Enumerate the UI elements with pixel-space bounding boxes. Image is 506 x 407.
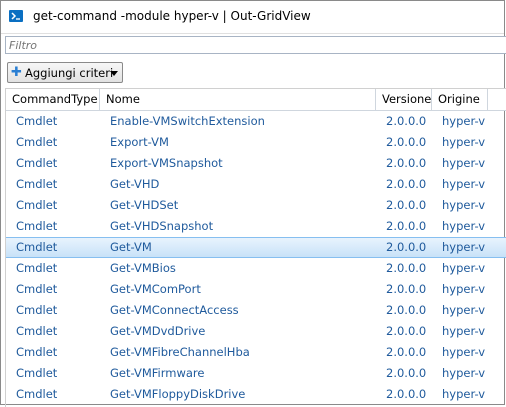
cell-origine: hyper-v: [442, 219, 486, 233]
cell-nome: Enable-VMSwitchExtension: [110, 114, 265, 128]
title-bar[interactable]: get-command -module hyper-v | Out-GridVi…: [1, 1, 504, 34]
cell-versione: 2.0.0.0: [386, 219, 427, 233]
cell-versione: 2.0.0.0: [386, 261, 427, 275]
powershell-icon: [9, 10, 23, 22]
cell-origine: hyper-v: [442, 177, 486, 191]
cell-commandtype: Cmdlet: [16, 345, 58, 359]
cell-versione: 2.0.0.0: [386, 282, 427, 296]
window-title: get-command -module hyper-v | Out-GridVi…: [33, 9, 311, 23]
cell-commandtype: Cmdlet: [16, 114, 58, 128]
results-grid[interactable]: CommandType Nome Versione Origine Cmdlet…: [5, 88, 506, 407]
filter-box[interactable]: [5, 36, 506, 54]
cell-versione: 2.0.0.0: [386, 114, 427, 128]
cell-commandtype: Cmdlet: [16, 198, 58, 212]
cell-nome: Get-VMFibreChannelHba: [110, 345, 250, 359]
cell-origine: hyper-v: [442, 261, 486, 275]
out-gridview-window: get-command -module hyper-v | Out-GridVi…: [0, 0, 506, 407]
column-header-versione[interactable]: Versione: [376, 89, 432, 110]
add-criteria-button[interactable]: ✚ Aggiungi criteri: [7, 62, 123, 83]
cell-origine: hyper-v: [442, 114, 486, 128]
table-row[interactable]: Cmdlet Get-VM 2.0.0.0 hyper-v: [6, 237, 506, 258]
cell-nome: Get-VMFirmware: [110, 366, 205, 380]
column-header-nome[interactable]: Nome: [100, 89, 376, 110]
cell-commandtype: Cmdlet: [16, 324, 58, 338]
cell-origine: hyper-v: [442, 240, 486, 254]
cell-commandtype: Cmdlet: [16, 387, 58, 401]
table-row[interactable]: Cmdlet Get-VMDvdDrive 2.0.0.0 hyper-v: [6, 321, 506, 342]
cell-commandtype: Cmdlet: [16, 219, 58, 233]
table-row[interactable]: Cmdlet Get-VHD 2.0.0.0 hyper-v: [6, 174, 506, 195]
table-row[interactable]: Cmdlet Get-VMFirmware 2.0.0.0 hyper-v: [6, 363, 506, 384]
cell-commandtype: Cmdlet: [16, 177, 58, 191]
table-row[interactable]: Cmdlet Enable-VMSwitchExtension 2.0.0.0 hyp…: [6, 111, 506, 132]
cell-nome: Export-VMSnapshot: [110, 156, 223, 170]
cell-commandtype: Cmdlet: [16, 282, 58, 296]
table-row[interactable]: Cmdlet Get-VMFloppyDiskDrive 2.0.0.0 hyper-…: [6, 384, 506, 405]
column-header-commandtype[interactable]: CommandType: [6, 89, 100, 110]
cell-nome: Get-VHD: [110, 177, 160, 191]
cell-origine: hyper-v: [442, 345, 486, 359]
cell-origine: hyper-v: [442, 324, 486, 338]
chevron-down-icon: [110, 71, 118, 76]
cell-nome: Export-VM: [110, 135, 169, 149]
cell-nome: Get-VHDSnapshot: [110, 219, 214, 233]
cell-versione: 2.0.0.0: [386, 177, 427, 191]
cell-nome: Get-VM: [110, 240, 152, 254]
table-row[interactable]: Cmdlet Get-VHDSnapshot 2.0.0.0 hyper-v: [6, 216, 506, 237]
cell-versione: 2.0.0.0: [386, 198, 427, 212]
cell-versione: 2.0.0.0: [386, 303, 427, 317]
cell-commandtype: Cmdlet: [16, 303, 58, 317]
cell-versione: 2.0.0.0: [386, 240, 427, 254]
cell-commandtype: Cmdlet: [16, 240, 58, 254]
cell-origine: hyper-v: [442, 156, 486, 170]
table-row[interactable]: Cmdlet Get-VMConnectAccess 2.0.0.0 hyper-v: [6, 300, 506, 321]
cell-origine: hyper-v: [442, 303, 486, 317]
add-criteria-label: Aggiungi criteri: [25, 66, 114, 80]
plus-icon: ✚: [11, 65, 22, 80]
cell-versione: 2.0.0.0: [386, 156, 427, 170]
cell-versione: 2.0.0.0: [386, 135, 427, 149]
cell-commandtype: Cmdlet: [16, 261, 58, 275]
cell-origine: hyper-v: [442, 198, 486, 212]
cell-nome: Get-VMComPort: [110, 282, 201, 296]
table-row[interactable]: Cmdlet Export-VMSnapshot 2.0.0.0 hyper-v: [6, 153, 506, 174]
cell-versione: 2.0.0.0: [386, 324, 427, 338]
table-row[interactable]: Cmdlet Get-VMFibreChannelHba 2.0.0.0 hyper-…: [6, 342, 506, 363]
grid-rows: Cmdlet Enable-VMSwitchExtension 2.0.0.0 hyp…: [6, 111, 506, 405]
cell-versione: 2.0.0.0: [386, 366, 427, 380]
cell-origine: hyper-v: [442, 387, 486, 401]
cell-versione: 2.0.0.0: [386, 345, 427, 359]
cell-versione: 2.0.0.0: [386, 387, 427, 401]
cell-commandtype: Cmdlet: [16, 156, 58, 170]
table-row[interactable]: Cmdlet Get-VMBios 2.0.0.0 hyper-v: [6, 258, 506, 279]
grid-header: CommandType Nome Versione Origine: [6, 89, 506, 111]
cell-commandtype: Cmdlet: [16, 366, 58, 380]
cell-origine: hyper-v: [442, 282, 486, 296]
table-row[interactable]: Cmdlet Get-VHDSet 2.0.0.0 hyper-v: [6, 195, 506, 216]
cell-nome: Get-VHDSet: [110, 198, 179, 212]
cell-origine: hyper-v: [442, 366, 486, 380]
table-row[interactable]: Cmdlet Export-VM 2.0.0.0 hyper-v: [6, 132, 506, 153]
column-header-origine[interactable]: Origine: [432, 89, 488, 110]
cell-nome: Get-VMConnectAccess: [110, 303, 239, 317]
cell-nome: Get-VMDvdDrive: [110, 324, 206, 338]
cell-origine: hyper-v: [442, 135, 486, 149]
table-row[interactable]: Cmdlet Get-VMComPort 2.0.0.0 hyper-v: [6, 279, 506, 300]
cell-commandtype: Cmdlet: [16, 135, 58, 149]
cell-nome: Get-VMBios: [110, 261, 176, 275]
filter-input[interactable]: [9, 38, 489, 52]
cell-nome: Get-VMFloppyDiskDrive: [110, 387, 246, 401]
